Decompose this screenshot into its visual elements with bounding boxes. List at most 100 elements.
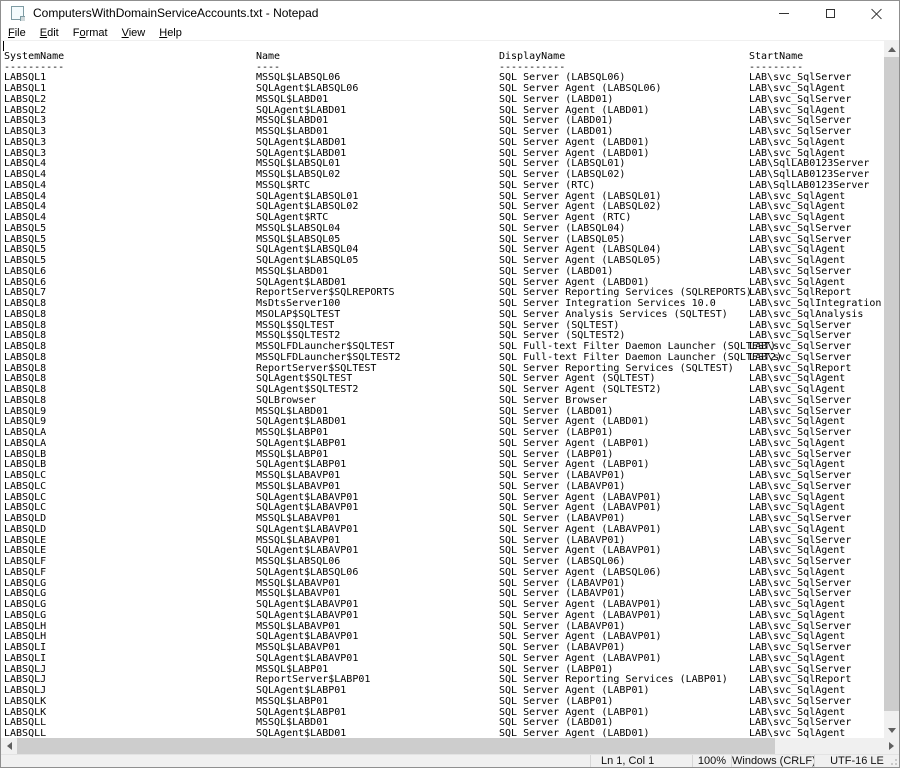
cell-name: SQLAgent$LABP01 — [256, 439, 346, 450]
cell-displayname: SQL Server Agent (LABAVP01) — [499, 611, 662, 622]
cell-displayname: SQL Server Agent (LABAVP01) — [499, 525, 662, 536]
close-button[interactable] — [853, 1, 899, 25]
table-row: LABSQLCMSSQL$LABAVP01SQL Server (LABAVP0… — [1, 482, 884, 493]
menu-item-help[interactable]: Help — [152, 25, 189, 41]
cell-displayname: SQL Server (LABSQL04) — [499, 224, 625, 235]
horizontal-scrollbar-thumb[interactable] — [17, 738, 775, 754]
scroll-down-icon — [888, 728, 896, 733]
cell-displayname: SQL Server Agent (LABSQL06) — [499, 568, 662, 579]
cell-displayname: SQL Server Browser — [499, 396, 607, 407]
notepad-icon — [10, 6, 25, 21]
column-header-displayname: DisplayName — [499, 52, 565, 63]
maximize-button[interactable] — [807, 1, 853, 25]
cell-systemname: LABSQLK — [4, 697, 46, 708]
cell-displayname: SQL Server (LABP01) — [499, 697, 613, 708]
minimize-button[interactable] — [761, 1, 807, 25]
cell-name: MSSQL$RTC — [256, 181, 310, 192]
text-editor-area[interactable]: SystemNameNameDisplayNameStartName------… — [1, 41, 884, 738]
close-icon — [871, 8, 882, 19]
scroll-right-icon — [889, 742, 894, 750]
cell-startname: LAB\svc_SqlServer — [749, 697, 851, 708]
cell-name: SQLAgent$LABD01 — [256, 729, 346, 738]
maximize-icon — [826, 9, 835, 18]
table-row: LABSQL4MSSQL$RTCSQL Server (RTC)LAB\SqlL… — [1, 181, 884, 192]
cell-name: MSOLAP$SQLTEST — [256, 310, 340, 321]
status-bar: Ln 1, Col 1 100% Windows (CRLF) UTF-16 L… — [1, 754, 899, 767]
cell-displayname: SQL Server (LABAVP01) — [499, 482, 625, 493]
scroll-left-icon — [7, 742, 12, 750]
table-row: LABSQLF SQLAgent$LABSQL06 SQL Server Agent… — [1, 568, 884, 579]
cell-startname: LAB\svc_SqlAgent — [749, 439, 845, 450]
scroll-right-button[interactable] — [883, 738, 899, 754]
table-row: LABSQL5MSSQL$LABSQL04SQL Server (LABSQL0… — [1, 224, 884, 235]
cell-systemname: LABSQLG — [4, 611, 46, 622]
cell-name: MSSQL$LABD01 — [256, 267, 328, 278]
cell-systemname: LABSQL8 — [4, 396, 46, 407]
horizontal-scrollbar[interactable] — [1, 738, 899, 754]
table-row: LABSQLASQLAgent$LABP01SQL Server Agent (… — [1, 439, 884, 450]
cell-displayname: SQL Server Agent (LABAVP01) — [499, 654, 662, 665]
cell-systemname: LABSQL4 — [4, 181, 46, 192]
cell-systemname: LABSQLD — [4, 525, 46, 536]
cell-displayname: SQL Server Agent (LABD01) — [499, 138, 650, 149]
cell-startname: LAB\svc_SqlServer — [749, 267, 851, 278]
table-header-row: SystemNameNameDisplayNameStartName — [1, 52, 884, 63]
scroll-up-button[interactable] — [884, 41, 899, 57]
table-row: LABSQL6 MSSQL$LABD01 SQL Server (LABD01) LA… — [1, 267, 884, 278]
cell-startname: LAB\svc_SqlServer — [749, 353, 851, 364]
cell-startname: LAB\svc_SqlAgent — [749, 729, 845, 738]
cell-name: MSSQL$LABSQL04 — [256, 224, 340, 235]
table-row: LABSQL8 MSSQLFDLauncher$SQLTEST2 SQL Full-… — [1, 353, 884, 364]
cell-systemname: LABSQL2 — [4, 95, 46, 106]
resize-grip[interactable] — [889, 757, 897, 765]
menu-item-file[interactable]: File — [1, 25, 33, 41]
cell-name: SQLAgent$LABD01 — [256, 138, 346, 149]
table-row: LABSQLG SQLAgent$LABAVP01 SQL Server Agent… — [1, 611, 884, 622]
cell-systemname: LABSQLI — [4, 654, 46, 665]
cell-systemname: LABSQL8 — [4, 353, 46, 364]
column-header-name: Name — [256, 52, 280, 63]
cell-startname: LAB\svc_SqlAnalysis — [749, 310, 863, 321]
menu-item-edit[interactable]: Edit — [33, 25, 66, 41]
cell-systemname: LABSQL6 — [4, 267, 46, 278]
cell-displayname: SQL Full-text Filter Daemon Launcher (SQ… — [499, 353, 782, 364]
scroll-left-button[interactable] — [1, 738, 17, 754]
cell-name: MSSQL$LABP01 — [256, 697, 328, 708]
cell-displayname: SQL Server (LABD01) — [499, 267, 613, 278]
cell-startname: LAB\svc_SqlAgent — [749, 525, 845, 536]
cell-name: SQLAgent$LABAVP01 — [256, 654, 358, 665]
zoom-level-indicator: 100% — [692, 755, 731, 768]
cell-displayname: SQL Server Agent (LABP01) — [499, 439, 650, 450]
minimize-icon — [779, 13, 789, 14]
menu-item-view[interactable]: View — [115, 25, 153, 41]
menu-item-format[interactable]: Format — [66, 25, 115, 41]
title-bar[interactable]: ComputersWithDomainServiceAccounts.txt -… — [1, 1, 899, 25]
column-header-startname: StartName — [749, 52, 803, 63]
notepad-window: ComputersWithDomainServiceAccounts.txt -… — [0, 0, 900, 768]
table-row: LABSQLDSQLAgent$LABAVP01SQL Server Agent… — [1, 525, 884, 536]
cell-name: MSSQL$LABD01 — [256, 95, 328, 106]
cell-startname: LAB\svc_SqlAgent — [749, 568, 845, 579]
table-row: LABSQLI SQLAgent$LABAVP01 SQL Server Agent… — [1, 654, 884, 665]
vertical-scrollbar[interactable] — [884, 41, 899, 738]
vertical-scrollbar-thumb[interactable] — [884, 57, 899, 711]
cell-name: MSSQLFDLauncher$SQLTEST2 — [256, 353, 401, 364]
cell-systemname: LABSQL8 — [4, 310, 46, 321]
table-row: LABSQL8MSOLAP$SQLTESTSQL Server Analysis… — [1, 310, 884, 321]
cell-displayname: SQL Server (RTC) — [499, 181, 595, 192]
table-row: LABSQL2MSSQL$LABD01SQL Server (LABD01)LA… — [1, 95, 884, 106]
table-row: LABSQLK MSSQL$LABP01 SQL Server (LABP01) LA… — [1, 697, 884, 708]
cell-startname: LAB\svc_SqlAgent — [749, 654, 845, 665]
cell-startname: LAB\svc_SqlServer — [749, 396, 851, 407]
cell-name: SQLAgent$LABSQL06 — [256, 568, 358, 579]
scroll-down-button[interactable] — [884, 722, 899, 738]
cell-systemname: LABSQLF — [4, 568, 46, 579]
window-title: ComputersWithDomainServiceAccounts.txt -… — [33, 6, 318, 20]
cell-displayname: SQL Server Agent (LABD01) — [499, 729, 650, 738]
cell-name: SQLBrowser — [256, 396, 316, 407]
cell-name: MSSQL$LABAVP01 — [256, 482, 340, 493]
line-ending-indicator: Windows (CRLF) — [731, 755, 814, 768]
encoding-indicator: UTF-16 LE — [814, 755, 899, 768]
cell-systemname: LABSQLL — [4, 729, 46, 738]
cell-name: SQLAgent$LABAVP01 — [256, 611, 358, 622]
